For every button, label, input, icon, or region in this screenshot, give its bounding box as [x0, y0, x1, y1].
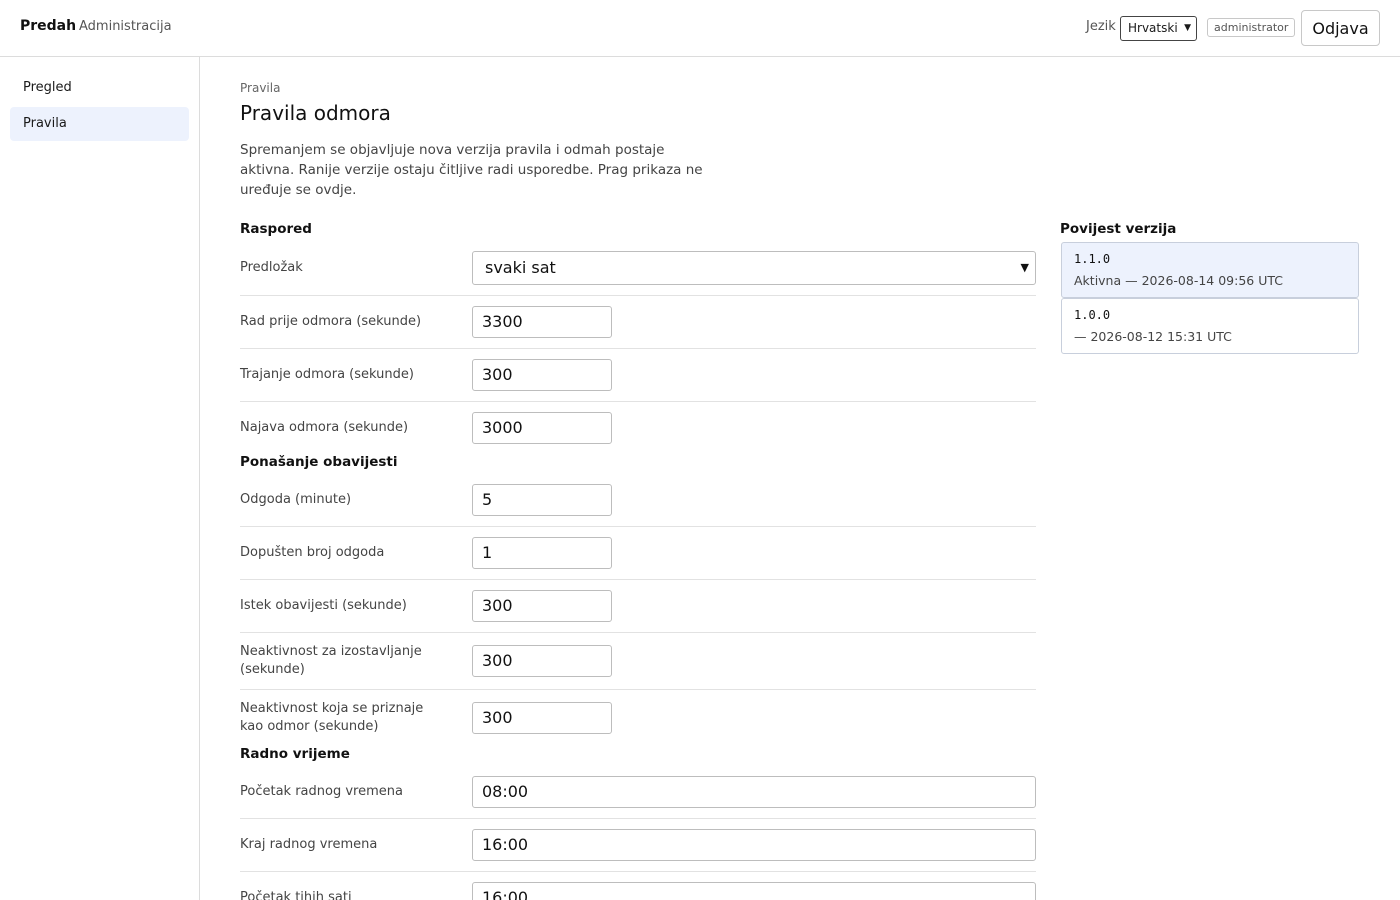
page-title: Pravila odmora [240, 101, 391, 125]
quiet-start-input[interactable]: 16:00 [472, 882, 1036, 900]
snooze-count-input[interactable]: 1 [472, 537, 612, 569]
duration-input[interactable]: 300 [472, 359, 612, 391]
announce-label: Najava odmora (sekunde) [240, 420, 409, 435]
work-end-input[interactable]: 16:00 [472, 829, 1036, 861]
form-row-duration: Trajanje odmora (sekunde) 300 [240, 349, 1036, 402]
sidebar-item-rules[interactable]: Pravila [10, 107, 189, 141]
idle-skip-input[interactable]: 300 [472, 645, 612, 677]
app-brand[interactable]: Predah [20, 18, 76, 34]
template-select[interactable]: svaki sat ▼ [472, 251, 1036, 285]
form-row-quiet-start: Početak tihih sati 16:00 [240, 872, 1036, 900]
snooze-count-label: Dopušten broj odgoda [240, 545, 385, 560]
breadcrumb: Pravila [240, 81, 281, 95]
app-subtitle: Administracija [79, 19, 172, 34]
form-row-template: Predložak svaki sat ▼ [240, 243, 1036, 296]
sidebar: Pregled Pravila [0, 57, 200, 900]
version-item[interactable]: 1.0.0 — 2026-08-12 15:31 UTC [1061, 298, 1359, 354]
logout-button[interactable]: Odjava [1301, 10, 1380, 46]
work-start-label: Početak radnog vremena [240, 784, 403, 799]
top-bar: Predah Administracija Jezik Hrvatski ▼ a… [0, 0, 1400, 57]
work-before-input[interactable]: 3300 [472, 306, 612, 338]
duration-label: Trajanje odmora (sekunde) [240, 367, 414, 382]
snooze-label: Odgoda (minute) [240, 492, 352, 507]
form-row-work-end: Kraj radnog vremena 16:00 [240, 819, 1036, 872]
section-title-schedule: Raspored [240, 221, 312, 237]
form-row-idle-break: Neaktivnost koja se priznaje kao odmor (… [240, 690, 1036, 744]
form-row-work-start: Početak radnog vremena 08:00 [240, 766, 1036, 819]
intro-text: Spremanjem se objavljuje nova verzija pr… [240, 142, 703, 198]
idle-break-label: Neaktivnost koja se priznaje kao odmor (… [240, 701, 424, 734]
version-number: 1.0.0 [1074, 308, 1111, 322]
section-title-notifications: Ponašanje obavijesti [240, 454, 398, 470]
work-end-label: Kraj radnog vremena [240, 837, 378, 852]
version-meta: — 2026-08-12 15:31 UTC [1074, 329, 1232, 344]
version-history-title: Povijest verzija [1060, 221, 1177, 237]
work-before-label: Rad prije odmora (sekunde) [240, 314, 422, 329]
form-row-work-before: Rad prije odmora (sekunde) 3300 [240, 296, 1036, 349]
language-select-value: Hrvatski [1128, 21, 1178, 35]
version-item[interactable]: 1.1.0 Aktivna — 2026-08-14 09:56 UTC [1061, 242, 1359, 298]
form-row-expiry: Istek obavijesti (sekunde) 300 [240, 580, 1036, 633]
quiet-start-label: Početak tihih sati [240, 890, 352, 900]
version-number: 1.1.0 [1074, 252, 1111, 266]
section-title-work-hours: Radno vrijeme [240, 746, 350, 762]
form-row-announce: Najava odmora (sekunde) 3000 [240, 402, 1036, 452]
chevron-down-icon: ▼ [1184, 23, 1191, 33]
work-start-input[interactable]: 08:00 [472, 776, 1036, 808]
form-row-snooze-count: Dopušten broj odgoda 1 [240, 527, 1036, 580]
snooze-input[interactable]: 5 [472, 484, 612, 516]
idle-break-input[interactable]: 300 [472, 702, 612, 734]
language-select[interactable]: Hrvatski ▼ [1120, 16, 1197, 41]
expiry-label: Istek obavijesti (sekunde) [240, 598, 407, 613]
chevron-down-icon: ▼ [1020, 261, 1029, 274]
version-meta: Aktivna — 2026-08-14 09:56 UTC [1074, 273, 1283, 288]
template-select-value: svaki sat [485, 258, 556, 277]
role-badge: administrator [1207, 18, 1296, 37]
language-label: Jezik [1086, 19, 1116, 34]
template-label: Predložak [240, 260, 303, 275]
announce-input[interactable]: 3000 [472, 412, 612, 444]
form-row-idle-skip: Neaktivnost za izostavljanje (sekunde) 3… [240, 633, 1036, 690]
idle-skip-label: Neaktivnost za izostavljanje (sekunde) [240, 644, 422, 677]
expiry-input[interactable]: 300 [472, 590, 612, 622]
sidebar-item-overview[interactable]: Pregled [10, 71, 189, 105]
form-row-snooze: Odgoda (minute) 5 [240, 474, 1036, 527]
